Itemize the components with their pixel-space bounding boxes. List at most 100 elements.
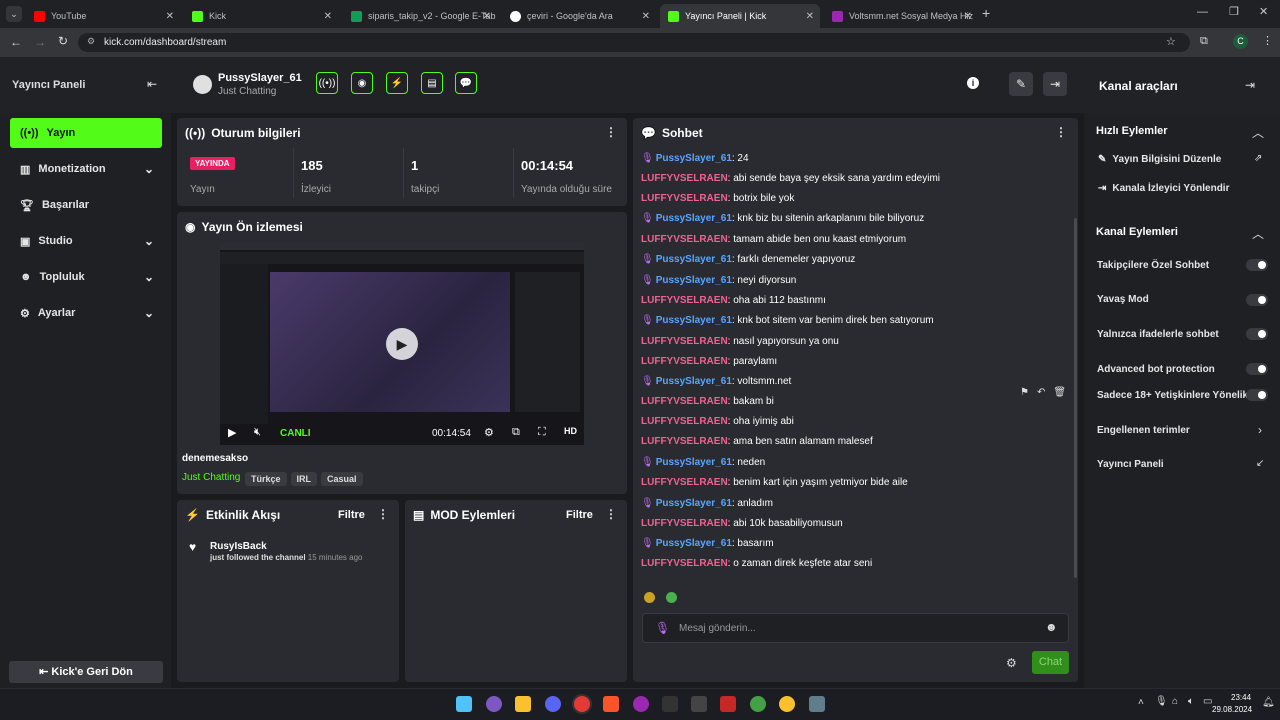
chat-message[interactable]: LUFFYVSELRAEN: paraylamı bbox=[641, 356, 777, 367]
play-icon[interactable]: ▶ bbox=[228, 426, 236, 439]
app-icon[interactable] bbox=[691, 696, 707, 712]
chat-username[interactable]: LUFFYVSELRAEN bbox=[641, 356, 728, 367]
url-bar[interactable]: ⚙ kick.com/dashboard/stream ☆ bbox=[78, 33, 1190, 52]
notification-icon[interactable]: 🔔︎ bbox=[1262, 697, 1275, 708]
sidebar-item-studio[interactable]: ▣ Studio ⌄ bbox=[10, 226, 162, 256]
browser-tab[interactable]: siparis_takip_v2 - Google E-Tab ✕ bbox=[343, 4, 497, 28]
maximize-button[interactable]: ❐ bbox=[1229, 5, 1239, 18]
external-link-icon[interactable]: ⇗ bbox=[1254, 153, 1262, 164]
sidebar-item-yayin[interactable]: ((•)) Yayın bbox=[10, 118, 162, 148]
chat-username[interactable]: LUFFYVSELRAEN bbox=[641, 336, 728, 347]
chat-username[interactable]: LUFFYVSELRAEN bbox=[641, 436, 728, 447]
undo-icon[interactable]: ↶ bbox=[1037, 387, 1045, 403]
chrome-icon[interactable] bbox=[574, 696, 590, 712]
calculator-icon[interactable] bbox=[809, 696, 825, 712]
activity-tool-button[interactable]: ⚡ bbox=[386, 72, 408, 94]
chat-message[interactable]: 🎙︎ PussySlayer_61: basarım bbox=[641, 538, 774, 549]
emote-icon[interactable] bbox=[666, 592, 677, 603]
sidebar-item-ayarlar[interactable]: ⚙ Ayarlar ⌄ bbox=[10, 298, 162, 328]
chat-message[interactable]: LUFFYVSELRAEN: oha abi 112 bastınmı bbox=[641, 295, 826, 306]
chat-message[interactable]: LUFFYVSELRAEN: nasıl yapıyorsun ya onu bbox=[641, 336, 839, 347]
avatar[interactable] bbox=[193, 75, 212, 94]
emoji-icon[interactable]: ☻ bbox=[1045, 620, 1058, 634]
chat-username[interactable]: LUFFYVSELRAEN bbox=[641, 295, 728, 306]
slow-mode-toggle[interactable] bbox=[1246, 294, 1268, 306]
start-icon[interactable] bbox=[456, 696, 472, 712]
pin-icon[interactable]: ⚑ bbox=[1020, 387, 1029, 403]
mod-tool-button[interactable]: ▤ bbox=[421, 72, 443, 94]
chat-message[interactable]: 🎙︎ PussySlayer_61: knk bot sitem var beni… bbox=[641, 315, 934, 326]
chat-username[interactable]: PussySlayer_61 bbox=[656, 457, 732, 468]
browser-menu-icon[interactable]: ⋮ bbox=[1262, 34, 1273, 47]
profile-avatar[interactable]: C bbox=[1233, 34, 1248, 49]
chevron-up-icon[interactable]: ︿ bbox=[1252, 124, 1264, 141]
chat-message[interactable]: 🎙︎ PussySlayer_61: knk biz bu sitenin ark… bbox=[641, 213, 924, 224]
raid-channel[interactable]: ⇥ Kanala İzleyici Yönlendir bbox=[1098, 183, 1229, 194]
close-icon[interactable]: ✕ bbox=[483, 11, 491, 22]
filter-button[interactable]: Filtre bbox=[338, 509, 365, 521]
browser-tab[interactable]: Voltsmm.net Sosyal Medya Hiz ✕ bbox=[824, 4, 978, 28]
exit-layout-button[interactable]: ⇥ bbox=[1043, 72, 1067, 96]
chat-message[interactable]: 🎙︎ PussySlayer_61: voltsmm.net bbox=[641, 376, 791, 387]
chat-username[interactable]: PussySlayer_61 bbox=[656, 213, 732, 224]
close-icon[interactable]: ✕ bbox=[806, 11, 814, 22]
mic-tray-icon[interactable]: 🎙︎ bbox=[1155, 696, 1168, 707]
video-player[interactable]: ▶ ▶ 🔇︎ CANLI 00:14:54 ⚙ ⧉ ⛶ HD bbox=[220, 242, 584, 445]
browser-tab[interactable]: Kick ✕ bbox=[184, 4, 338, 28]
chat-username[interactable]: LUFFYVSELRAEN bbox=[641, 416, 728, 427]
sidebar-item-topluluk[interactable]: ☻ Topluluk ⌄ bbox=[10, 262, 162, 292]
reload-icon[interactable]: ↻ bbox=[58, 34, 68, 48]
tray-chevron-icon[interactable]: ˄ bbox=[1138, 697, 1144, 708]
chat-message[interactable]: LUFFYVSELRAEN: ama ben satın alamam male… bbox=[641, 436, 873, 447]
copilot-icon[interactable] bbox=[486, 696, 502, 712]
chat-username[interactable]: LUFFYVSELRAEN bbox=[641, 558, 728, 569]
chrome-icon[interactable] bbox=[779, 696, 795, 712]
chat-settings-icon[interactable]: ⚙ bbox=[1006, 656, 1017, 670]
mature-content-toggle[interactable] bbox=[1246, 389, 1268, 401]
more-options-icon[interactable]: ⋮ bbox=[605, 125, 617, 139]
mute-icon[interactable]: 🔇︎ bbox=[254, 426, 261, 439]
followers-only-toggle[interactable] bbox=[1246, 259, 1268, 271]
brave-icon[interactable] bbox=[603, 696, 619, 712]
chat-username[interactable]: PussySlayer_61 bbox=[656, 498, 732, 509]
chat-message[interactable]: LUFFYVSELRAEN: benim kart için yaşım yet… bbox=[641, 477, 908, 488]
capcut-icon[interactable] bbox=[662, 696, 678, 712]
stream-category-link[interactable]: Just Chatting bbox=[182, 472, 240, 483]
sidebar-item-basarilar[interactable]: 🏆︎ Başarılar bbox=[10, 190, 162, 220]
edit-stream-info[interactable]: ✎ Yayın Bilgisini Düzenle bbox=[1098, 154, 1221, 165]
chat-username[interactable]: PussySlayer_61 bbox=[656, 538, 732, 549]
creator-dashboard-link[interactable]: Yayıncı Paneli bbox=[1097, 459, 1164, 470]
new-tab-button[interactable]: + bbox=[982, 5, 990, 21]
obs-icon[interactable] bbox=[633, 696, 649, 712]
chevron-up-icon[interactable]: ︿ bbox=[1252, 225, 1264, 242]
chat-scrollbar[interactable] bbox=[1074, 218, 1077, 578]
volume-icon[interactable]: 🔈︎ bbox=[1188, 696, 1194, 707]
window-close-button[interactable]: ✕ bbox=[1259, 5, 1268, 18]
forward-icon[interactable]: → bbox=[34, 35, 46, 49]
file-explorer-icon[interactable] bbox=[515, 696, 531, 712]
minimize-button[interactable]: — bbox=[1197, 6, 1208, 18]
back-to-kick-button[interactable]: ⇤ Kick'e Geri Dön bbox=[9, 661, 163, 683]
chat-message[interactable]: 🎙︎ PussySlayer_61: 24 bbox=[641, 153, 749, 164]
browser-tab-active[interactable]: Yayıncı Paneli | Kick ✕ bbox=[660, 4, 820, 28]
discord-icon[interactable] bbox=[545, 696, 561, 712]
blocked-terms-link[interactable]: Engellenen terimler bbox=[1097, 425, 1190, 436]
close-icon[interactable]: ✕ bbox=[166, 11, 174, 22]
more-options-icon[interactable]: ⋮ bbox=[605, 507, 617, 521]
chat-message[interactable]: LUFFYVSELRAEN: o zaman direk keşfete ata… bbox=[641, 558, 872, 569]
quality-icon[interactable]: HD bbox=[564, 426, 577, 436]
trash-icon[interactable]: 🗑︎ bbox=[1053, 387, 1066, 403]
app-icon[interactable] bbox=[720, 696, 736, 712]
chat-message[interactable]: 🎙︎ PussySlayer_61: anladım bbox=[641, 498, 773, 509]
collapse-sidebar-icon[interactable]: ⇤ bbox=[147, 77, 157, 91]
chrome-icon[interactable] bbox=[750, 696, 766, 712]
chat-message[interactable]: LUFFYVSELRAEN: abi sende baya şey eksik … bbox=[641, 173, 940, 184]
chat-username[interactable]: LUFFYVSELRAEN bbox=[641, 234, 728, 245]
collapse-right-panel-icon[interactable]: ⇥ bbox=[1245, 78, 1255, 92]
chat-message[interactable]: LUFFYVSELRAEN: tamam abide ben onu kaast… bbox=[641, 234, 906, 245]
chat-message[interactable]: LUFFYVSELRAEN: abi 10k basabiliyomusun bbox=[641, 518, 843, 529]
chat-username[interactable]: LUFFYVSELRAEN bbox=[641, 193, 728, 204]
pip-icon[interactable]: ⧉ bbox=[512, 426, 520, 439]
tag[interactable]: Türkçe bbox=[245, 472, 287, 486]
preview-tool-button[interactable]: ◉ bbox=[351, 72, 373, 94]
